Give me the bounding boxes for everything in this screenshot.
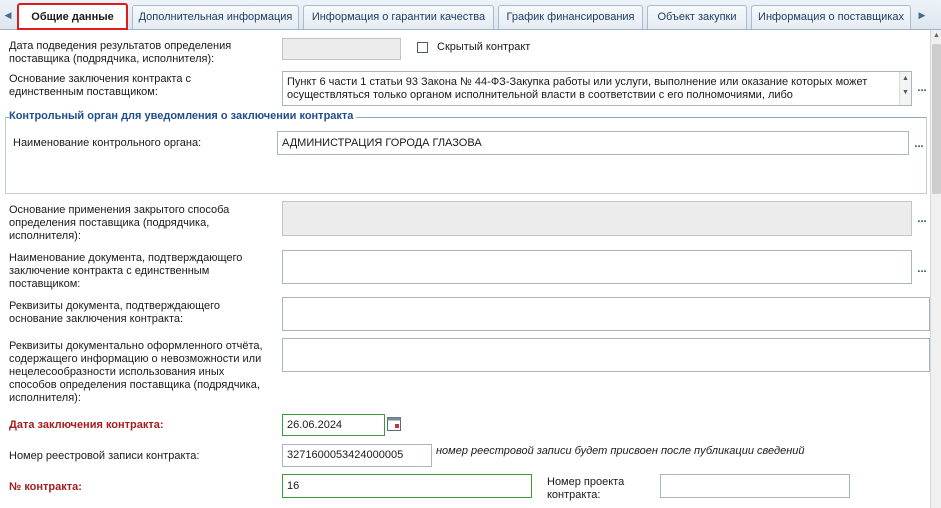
control-body-select-button[interactable]: ... — [910, 138, 928, 156]
tab-purchase-object[interactable]: Объект закупки — [647, 5, 747, 29]
tab-general-data[interactable]: Общие данные — [17, 3, 128, 30]
closed-method-label: Основание применения закрытого способа о… — [9, 204, 230, 242]
doc-name-select-button[interactable]: ... — [913, 263, 931, 281]
registry-note: номер реестровой записи будет присвоен п… — [436, 445, 805, 457]
tab-financing-schedule[interactable]: График финансирования — [498, 5, 643, 29]
page-scrollbar[interactable]: ▲ — [930, 30, 941, 508]
single-supplier-basis-label: Основание заключения контракта с единств… — [9, 73, 192, 98]
contract-date-field[interactable]: 26.06.2024 — [282, 414, 385, 436]
scroll-up-arrow-icon[interactable]: ▲ — [931, 30, 941, 42]
basis-textarea-scrollbar[interactable]: ▲ ▼ — [899, 72, 911, 105]
doc-name-label: Наименование документа, подтверждающего … — [9, 252, 243, 290]
hidden-contract-checkbox[interactable] — [417, 42, 428, 53]
contract-date-label: Дата заключения контракта: — [9, 419, 164, 431]
single-supplier-basis-field[interactable]: Пункт 6 части 1 статьи 93 Закона № 44-ФЗ… — [282, 71, 912, 106]
scroll-down-icon[interactable]: ▼ — [900, 86, 911, 100]
single-supplier-basis-select-button[interactable]: ... — [913, 82, 931, 100]
doc-requisites-label: Реквизиты документа, подтверждающего осн… — [9, 300, 221, 325]
tab-scroll-right-icon[interactable]: ▶ — [916, 6, 928, 24]
tab-supplier-info[interactable]: Информация о поставщиках — [751, 5, 911, 29]
results-date-field[interactable] — [282, 38, 401, 60]
scrollbar-thumb[interactable] — [932, 44, 941, 194]
hidden-contract-label: Скрытый контракт — [437, 41, 531, 53]
tab-additional-info[interactable]: Дополнительная информация — [132, 5, 299, 29]
tab-quality-guarantee[interactable]: Информация о гарантии качества — [303, 5, 494, 29]
doc-name-field[interactable] — [282, 250, 912, 284]
project-number-field[interactable] — [660, 474, 850, 498]
project-number-label: Номер проекта контракта: — [547, 476, 625, 501]
registry-number-field[interactable]: 3271600053424000005 — [282, 444, 432, 467]
control-body-label: Наименование контрольного органа: — [13, 137, 202, 149]
closed-method-select-button[interactable]: ... — [913, 213, 931, 231]
calendar-icon[interactable] — [386, 415, 402, 433]
doc-requisites-field[interactable] — [282, 297, 930, 331]
contract-number-label: № контракта: — [9, 481, 82, 493]
tab-bar: ◀ Общие данные Дополнительная информация… — [0, 0, 941, 30]
tab-scroll-left-icon[interactable]: ◀ — [2, 6, 14, 24]
impossibility-doc-field[interactable] — [282, 338, 930, 372]
closed-method-field[interactable] — [282, 201, 912, 236]
control-body-field[interactable]: АДМИНИСТРАЦИЯ ГОРОДА ГЛАЗОВА — [277, 131, 909, 155]
impossibility-doc-label: Реквизиты документально оформленного отч… — [9, 340, 263, 404]
single-supplier-basis-text: Пункт 6 части 1 статьи 93 Закона № 44-ФЗ… — [287, 76, 868, 101]
control-body-group — [5, 117, 927, 194]
control-section-title: Контрольный орган для уведомления о закл… — [9, 110, 357, 122]
scroll-up-icon[interactable]: ▲ — [900, 72, 911, 86]
contract-number-field[interactable]: 16 — [282, 474, 532, 498]
results-date-label: Дата подведения результатов определения … — [9, 40, 232, 65]
registry-number-label: Номер реестровой записи контракта: — [9, 450, 200, 462]
